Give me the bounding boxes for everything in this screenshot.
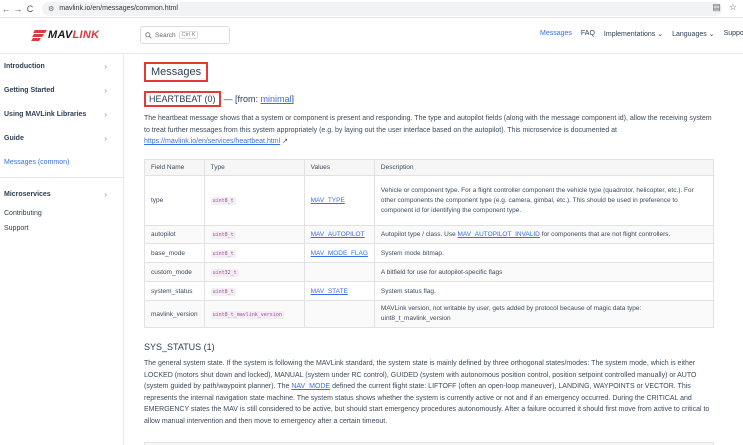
sidebar-item-contributing[interactable]: Contributing [0, 206, 123, 221]
chevron-right-icon[interactable]: › [104, 190, 107, 199]
page-title: Messages [144, 62, 209, 82]
sidebar-divider [0, 177, 124, 178]
table-row: system_status uint8_t MAV_STATE System s… [144, 281, 715, 301]
reload-icon[interactable]: C [24, 2, 36, 16]
col-header-values: Values [303, 159, 375, 176]
field-value-link[interactable]: MAV_STATE [311, 288, 348, 295]
field-type: uint8_t [210, 231, 236, 239]
sys-status-heading: SYS_STATUS (1) [144, 342, 215, 352]
table-row: autopilot uint8_t MAV_AUTOPILOT Autopilo… [144, 225, 715, 244]
field-description: A bitfield for use for autopilot-specifi… [373, 262, 715, 282]
field-type: uint8_t [210, 197, 236, 205]
nav-languages[interactable]: Languages ⌄ [672, 30, 714, 38]
nav-support[interactable]: Suppo [724, 30, 743, 38]
col-header-description: Description [373, 159, 715, 176]
nav-messages[interactable]: Messages [540, 30, 572, 38]
heartbeat-fields-table: Field Name Type Values Description type … [144, 159, 715, 328]
chevron-right-icon[interactable]: › [104, 110, 107, 119]
sys-status-description: The general system state. If the system … [144, 360, 710, 425]
autopilot-invalid-link[interactable]: MAV_AUTOPILOT_INVALID [458, 231, 540, 238]
field-value [303, 300, 375, 328]
chevron-right-icon[interactable]: › [104, 134, 107, 143]
bookmark-star-icon[interactable]: ☆ [729, 2, 737, 13]
field-name: base_mode [144, 243, 205, 263]
heartbeat-service-link[interactable]: https://mavlink.io/en/services/heartbeat… [144, 138, 280, 145]
field-description: Autopilot type / class. Use MAV_AUTOPILO… [373, 225, 715, 244]
site-info-icon[interactable]: ⚙ [48, 5, 54, 13]
chevron-right-icon[interactable]: › [104, 86, 107, 95]
chevron-right-icon[interactable]: › [104, 62, 107, 71]
external-link-icon: ↗ [282, 138, 288, 145]
sidebar-item-support[interactable]: Support [0, 221, 123, 236]
logo-wing-icon [31, 29, 47, 41]
field-type: uint8_t [210, 249, 236, 258]
back-arrow-icon[interactable]: ← [0, 2, 12, 16]
table-header-row: Field Name Type Values Description [144, 159, 715, 176]
field-description: System mode bitmap. [373, 243, 715, 263]
col-header-type: Type [203, 159, 305, 176]
field-description: Vehicle or component type. For a flight … [373, 175, 715, 226]
field-value-link[interactable]: MAV_TYPE [311, 197, 345, 204]
table-row: type uint8_t MAV_TYPE Vehicle or compone… [144, 175, 715, 226]
translate-icon[interactable]: ▤ [712, 2, 721, 13]
search-label: Search [155, 31, 176, 39]
nav-implementations[interactable]: Implementations ⌄ [604, 30, 663, 38]
sidebar-item-microservices[interactable]: Microservices › [0, 182, 123, 206]
nav-faq[interactable]: FAQ [581, 30, 595, 38]
from-suffix: ] [291, 94, 295, 104]
field-name: custom_mode [144, 262, 205, 282]
heartbeat-heading: HEARTBEAT (0) [144, 91, 221, 107]
sidebar-item-guide[interactable]: Guide › [0, 126, 123, 150]
sidebar-item-using-libraries[interactable]: Using MAVLink Libraries › [0, 102, 123, 126]
mavlink-logo[interactable]: MAVLINK [31, 29, 100, 41]
field-name: mavlink_version [144, 300, 205, 328]
top-nav: Messages FAQ Implementations ⌄ Languages… [540, 30, 743, 38]
table-row: mavlink_version uint8_t_mavlink_version … [144, 300, 715, 328]
minimal-link[interactable]: minimal [261, 94, 292, 104]
address-bar[interactable]: ⚙ mavlink.io/en/messages/common.html [42, 1, 722, 16]
field-name: autopilot [144, 225, 205, 244]
field-name: type [144, 175, 205, 226]
heartbeat-heading-row: HEARTBEAT (0) — [from: minimal] [144, 91, 294, 107]
sidebar: Introduction › Getting Started › Using M… [0, 54, 124, 445]
heartbeat-description: The heartbeat message shows that a syste… [144, 115, 712, 145]
site-header: MAVLINK Search Ctrl K Messages FAQ Imple… [0, 18, 743, 54]
sidebar-item-messages-common[interactable]: Messages (common) [0, 150, 123, 174]
sidebar-item-introduction[interactable]: Introduction › [0, 54, 123, 78]
url-text: mavlink.io/en/messages/common.html [59, 5, 178, 12]
search-icon [145, 31, 152, 39]
field-value-link[interactable]: MAV_AUTOPILOT [311, 231, 365, 238]
field-value [303, 262, 375, 282]
field-name: system_status [144, 281, 205, 301]
sidebar-item-getting-started[interactable]: Getting Started › [0, 78, 123, 102]
table-row: base_mode uint8_t MAV_MODE_FLAG System m… [144, 243, 715, 263]
table-row: custom_mode uint32_t A bitfield for use … [144, 262, 715, 282]
field-type: uint8_t [210, 287, 236, 296]
field-description: System status flag. [373, 281, 715, 301]
nav-mode-link[interactable]: NAV_MODE [291, 383, 330, 390]
logo-text-link: LINK [72, 29, 100, 41]
from-prefix: — [from: [223, 94, 261, 104]
forward-arrow-icon[interactable]: → [12, 2, 24, 16]
search-button[interactable]: Search Ctrl K [140, 26, 230, 44]
field-type: uint8_t_mavlink_version [210, 310, 284, 319]
field-value-link[interactable]: MAV_MODE_FLAG [311, 250, 368, 257]
search-shortcut: Ctrl K [178, 31, 199, 39]
field-type: uint32_t [210, 268, 239, 277]
field-description: MAVLink version, not writable by user, g… [373, 300, 715, 328]
col-header-field-name: Field Name [144, 159, 205, 176]
browser-toolbar: ← → C ⚙ mavlink.io/en/messages/common.ht… [0, 0, 743, 18]
logo-text-mav: MAV [48, 29, 73, 41]
